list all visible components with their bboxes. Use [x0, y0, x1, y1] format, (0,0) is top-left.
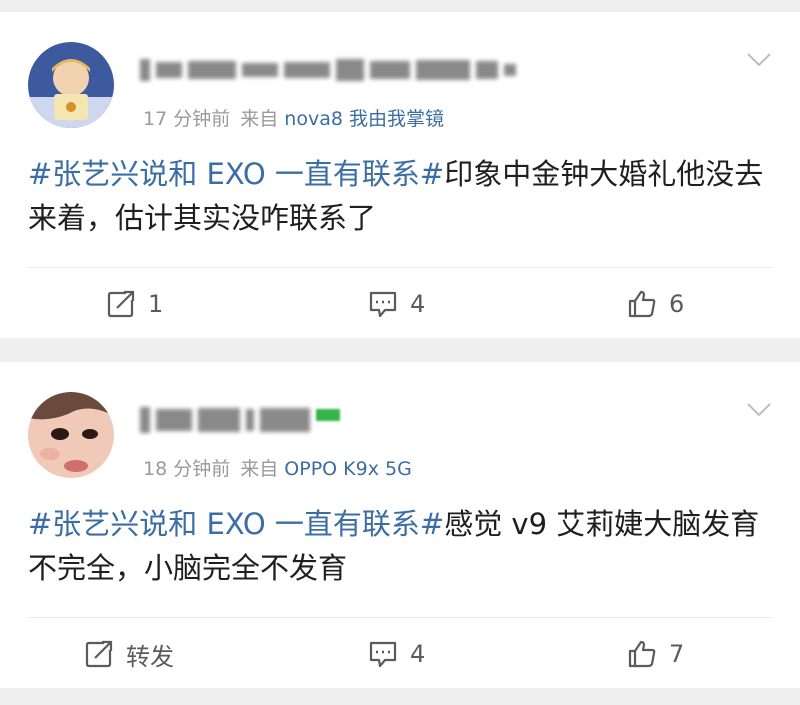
repost-button[interactable]: 1 [106, 282, 163, 326]
post-card: 17 分钟前 来自 nova8 我由我掌镜 #张艺兴说和 EXO 一直有联系#印象… [0, 12, 800, 338]
like-icon [628, 640, 656, 668]
chevron-down-icon[interactable] [746, 52, 772, 68]
like-count: 6 [669, 290, 685, 318]
comment-icon [369, 641, 397, 668]
feed: 17 分钟前 来自 nova8 我由我掌镜 #张艺兴说和 EXO 一直有联系#印象… [0, 0, 800, 705]
timestamp: 18 分钟前 [143, 458, 231, 480]
action-bar: 1 4 6 [0, 282, 800, 326]
post-meta: 18 分钟前 来自 OPPO K9x 5G [143, 454, 412, 481]
divider [28, 267, 772, 268]
timestamp: 17 分钟前 [143, 108, 231, 130]
comment-icon [369, 291, 397, 318]
repost-icon [107, 290, 135, 318]
source-device[interactable]: nova8 我由我掌镜 [284, 108, 444, 130]
post-card: 18 分钟前 来自 OPPO K9x 5G #张艺兴说和 EXO 一直有联系#感觉… [0, 362, 800, 688]
source-prefix: 来自 [240, 108, 279, 130]
chevron-down-icon[interactable] [746, 402, 772, 418]
comment-count: 4 [410, 640, 426, 668]
source-prefix: 来自 [240, 458, 279, 480]
username-masked[interactable] [140, 406, 340, 434]
divider [28, 617, 772, 618]
post-text: #张艺兴说和 EXO 一直有联系#印象中金钟大婚礼他没去来着，估计其实没咋联系了 [28, 152, 772, 240]
repost-label: 转发 [126, 642, 174, 671]
avatar-image [28, 392, 114, 478]
hashtag-link[interactable]: #张艺兴说和 EXO 一直有联系# [28, 507, 444, 541]
comment-button[interactable]: 4 [368, 282, 425, 326]
repost-icon [85, 640, 113, 668]
avatar-image [28, 42, 114, 128]
avatar[interactable] [28, 392, 114, 478]
action-bar: 转发 4 7 [0, 632, 800, 676]
like-count: 7 [669, 640, 685, 668]
comment-button[interactable]: 4 [368, 632, 425, 676]
repost-count: 1 [148, 290, 164, 318]
like-icon [628, 290, 656, 318]
hashtag-link[interactable]: #张艺兴说和 EXO 一直有联系# [28, 157, 444, 191]
like-button[interactable]: 6 [627, 282, 684, 326]
comment-count: 4 [410, 290, 426, 318]
repost-button[interactable]: 转发 [84, 632, 174, 676]
source-device[interactable]: OPPO K9x 5G [284, 458, 412, 480]
post-meta: 17 分钟前 来自 nova8 我由我掌镜 [143, 104, 444, 131]
like-button[interactable]: 7 [627, 632, 684, 676]
avatar[interactable] [28, 42, 114, 128]
username-masked[interactable] [140, 56, 516, 84]
post-text: #张艺兴说和 EXO 一直有联系#感觉 v9 艾莉婕大脑发育不完全，小脑完全不发… [28, 502, 772, 590]
